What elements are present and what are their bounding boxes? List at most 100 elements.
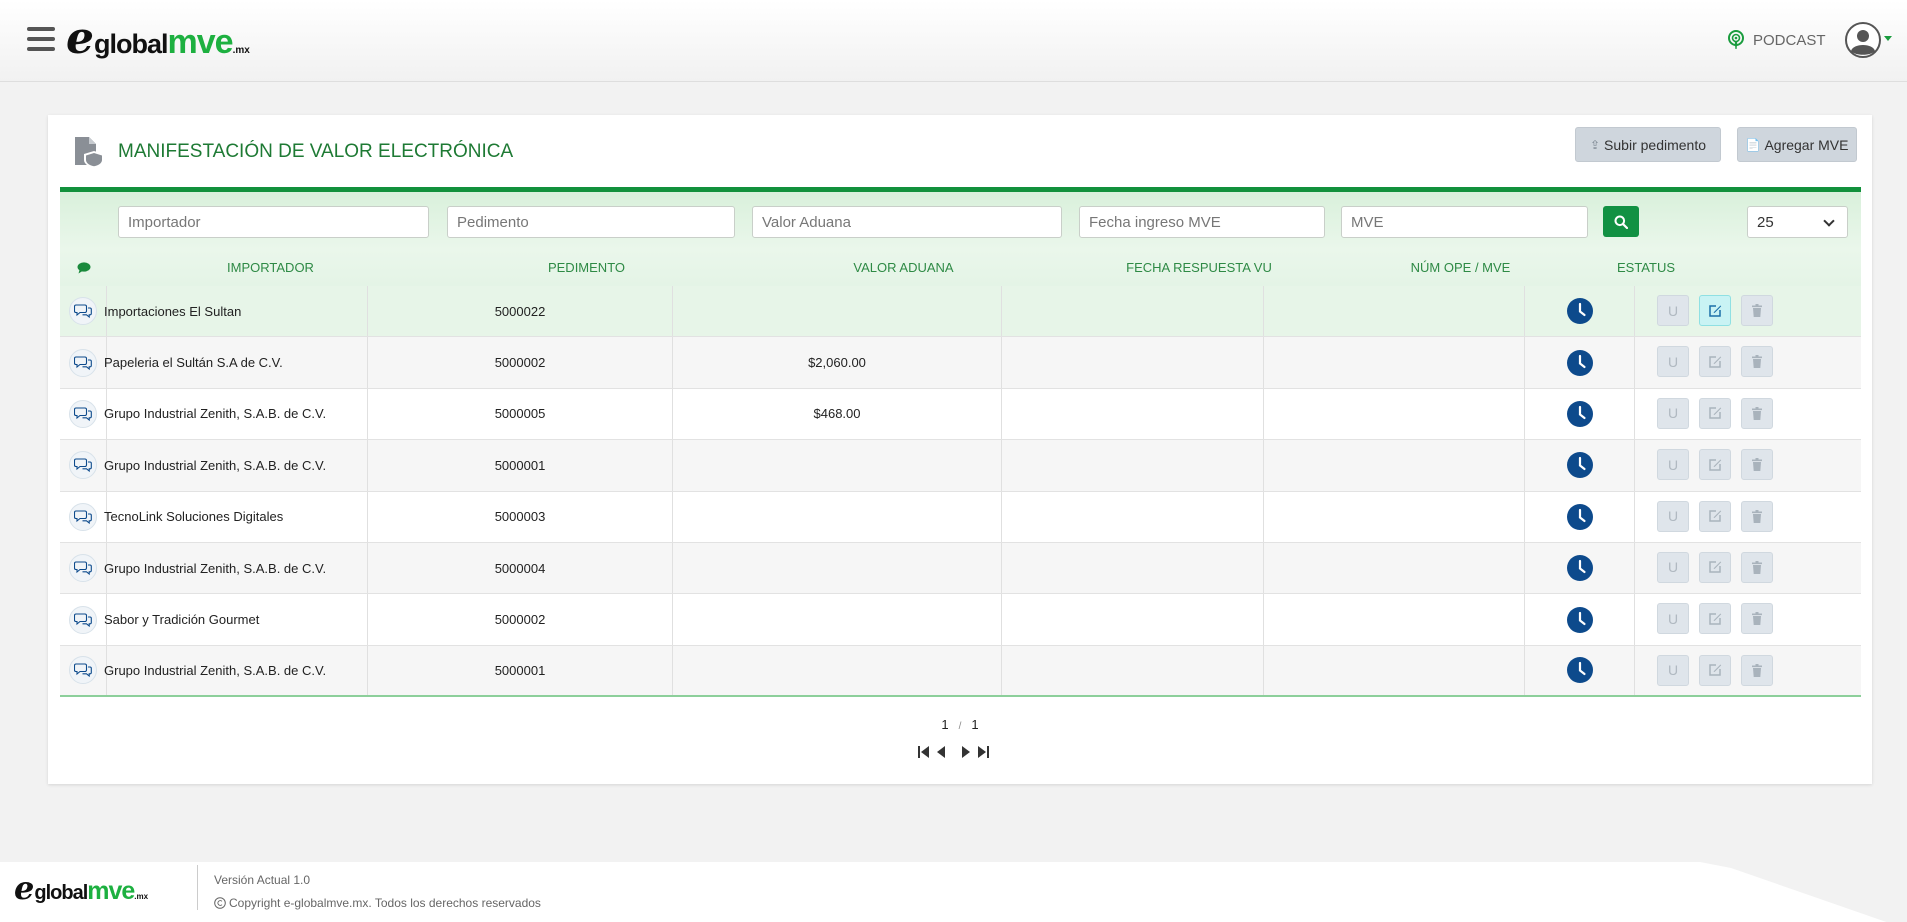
actions-cell: U [1635, 286, 1796, 336]
delete-button[interactable] [1741, 397, 1773, 429]
clock-icon[interactable] [1566, 400, 1593, 427]
per-page-value: 25 [1757, 213, 1774, 231]
clock-icon[interactable] [1566, 349, 1593, 376]
fecha-respuesta-column-header[interactable]: FECHA RESPUESTA VU [1068, 249, 1330, 286]
delete-button[interactable] [1741, 449, 1773, 481]
footer-divider [197, 865, 198, 910]
table-body: Importaciones El Sultan 5000022 U Papeleria… [60, 286, 1861, 698]
footer-logo-global: global [34, 882, 88, 904]
edit-icon [1709, 561, 1722, 574]
table-row[interactable]: Grupo Industrial Zenith, S.A.B. de C.V. 5… [60, 542, 1861, 595]
edit-button[interactable] [1699, 295, 1731, 326]
clock-icon[interactable] [1566, 503, 1593, 530]
edit-button[interactable] [1699, 500, 1731, 532]
edit-button[interactable] [1699, 397, 1731, 429]
table-row[interactable]: Papeleria el Sultán S.A de C.V. 5000002 $2… [60, 337, 1861, 389]
delete-button[interactable] [1741, 551, 1773, 583]
delete-button[interactable] [1741, 654, 1773, 686]
user-avatar-icon[interactable] [1845, 22, 1881, 58]
chat-bubbles-icon[interactable] [69, 605, 97, 634]
pedimento-filter[interactable] [447, 206, 735, 238]
chat-bubbles-icon[interactable] [69, 656, 97, 685]
next-page-icon[interactable] [961, 746, 970, 758]
prev-page-icon[interactable] [937, 746, 946, 758]
first-page-icon[interactable] [918, 746, 930, 758]
pedimento-column-header[interactable]: PEDIMENTO [434, 249, 739, 286]
edit-icon [1709, 510, 1722, 522]
fecha-cell [1002, 440, 1264, 491]
edit-button[interactable] [1699, 551, 1731, 583]
delete-button[interactable] [1741, 500, 1773, 532]
avatar-dropdown-caret-icon[interactable] [1884, 36, 1892, 41]
chat-bubbles-icon[interactable] [69, 297, 97, 326]
edit-button[interactable] [1699, 603, 1731, 635]
chat-bubbles-icon[interactable] [69, 554, 97, 583]
last-page-icon[interactable] [977, 746, 989, 758]
importador-column-header[interactable]: IMPORTADOR [107, 249, 434, 286]
footer-logo-e: e [14, 869, 35, 907]
edit-icon [1709, 356, 1722, 368]
per-page-select[interactable]: 25 [1747, 206, 1848, 238]
u-action-button[interactable]: U [1657, 500, 1689, 532]
chat-bubbles-icon[interactable] [69, 348, 97, 377]
add-mve-button[interactable]: 📄 Agregar MVE [1737, 127, 1857, 162]
search-button[interactable] [1603, 206, 1639, 237]
table-row[interactable]: Sabor y Tradición Gourmet 5000002 U [60, 594, 1861, 646]
hamburger-icon[interactable] [27, 27, 55, 53]
valor-aduana-column-header[interactable]: VALOR ADUANA [739, 249, 1068, 286]
table-row[interactable]: TecnoLink Soluciones Digitales 5000003 U [60, 491, 1861, 543]
estatus-column-header[interactable]: ESTATUS [1591, 249, 1701, 286]
table-row[interactable]: Grupo Industrial Zenith, S.A.B. de C.V. 5… [60, 440, 1861, 492]
u-action-button[interactable]: U [1657, 449, 1689, 481]
chat-bubbles-icon[interactable] [69, 399, 97, 428]
comments-column-header [60, 249, 107, 286]
u-action-label: U [1667, 353, 1679, 370]
delete-button[interactable] [1741, 346, 1773, 378]
brand-logo[interactable]: e global mve .mx [66, 17, 250, 62]
trash-icon [1752, 458, 1762, 472]
clock-icon[interactable] [1566, 452, 1593, 479]
delete-button[interactable] [1741, 295, 1773, 326]
clock-icon[interactable] [1566, 555, 1593, 582]
table-row[interactable]: Grupo Industrial Zenith, S.A.B. de C.V. 5… [60, 388, 1861, 441]
estatus-cell [1525, 286, 1635, 337]
pagination-info: 1 / 1 [48, 717, 1872, 732]
valor-cell [673, 594, 1002, 645]
table-row[interactable]: Importaciones El Sultan 5000022 U [60, 286, 1861, 338]
upload-icon: ⇪ [1589, 137, 1601, 152]
table-row[interactable]: Grupo Industrial Zenith, S.A.B. de C.V. 5… [60, 645, 1861, 698]
clock-icon[interactable] [1566, 606, 1593, 633]
file-icon: 📄 [1745, 137, 1761, 152]
pedimento-cell: 5000004 [368, 542, 673, 594]
edit-button[interactable] [1699, 449, 1731, 481]
upload-pedimento-button[interactable]: ⇪ Subir pedimento [1575, 127, 1721, 162]
u-action-button[interactable]: U [1657, 295, 1689, 326]
clock-icon[interactable] [1566, 657, 1593, 684]
u-action-button[interactable]: U [1657, 654, 1689, 686]
podcast-link[interactable]: PODCAST [1727, 30, 1826, 50]
edit-button[interactable] [1699, 346, 1731, 378]
footer-copyright: Copyright e-globalmve.mx. Todos los dere… [214, 896, 541, 910]
importador-cell: Grupo Industrial Zenith, S.A.B. de C.V. [99, 440, 368, 491]
num-ope-column-header[interactable]: NÚM OPE / MVE [1330, 249, 1591, 286]
clock-icon[interactable] [1566, 298, 1593, 325]
u-action-button[interactable]: U [1657, 346, 1689, 378]
u-action-button[interactable]: U [1657, 551, 1689, 583]
fecha-cell [1002, 594, 1264, 645]
importador-filter[interactable] [118, 206, 429, 238]
valor-cell [673, 645, 1002, 696]
delete-button[interactable] [1741, 603, 1773, 635]
current-page: 1 [941, 717, 949, 732]
actions-cell: U [1635, 594, 1796, 644]
u-action-label: U [1667, 610, 1679, 627]
u-action-button[interactable]: U [1657, 397, 1689, 429]
chat-bubbles-icon[interactable] [69, 502, 97, 531]
edit-button[interactable] [1699, 654, 1731, 686]
page-title: MANIFESTACIÓN DE VALOR ELECTRÓNICA [118, 141, 514, 162]
valor-aduana-filter[interactable] [752, 206, 1062, 238]
fecha-ingreso-filter[interactable] [1079, 206, 1325, 238]
mve-filter[interactable] [1341, 206, 1588, 238]
importador-cell: TecnoLink Soluciones Digitales [99, 491, 368, 542]
chat-bubbles-icon[interactable] [69, 451, 97, 480]
u-action-button[interactable]: U [1657, 603, 1689, 635]
